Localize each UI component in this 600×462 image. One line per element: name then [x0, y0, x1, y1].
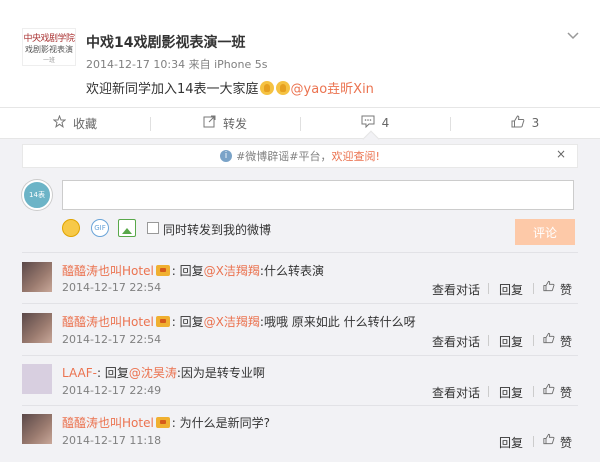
divider — [22, 405, 578, 406]
commenter-avatar[interactable] — [22, 364, 52, 394]
commenter-avatar[interactable] — [22, 313, 52, 343]
clap-icon — [275, 81, 290, 95]
comment-time: 2014-12-17 22:54 — [62, 333, 162, 346]
vip-badge-icon — [155, 265, 170, 276]
vip-badge-icon — [155, 316, 170, 327]
logo-line-2: 戏剧影视表演 — [25, 44, 73, 54]
view-conversation-link[interactable]: 查看对话 — [432, 281, 480, 298]
commenter-name[interactable]: 醯醯涛也叫Hotel — [62, 315, 154, 329]
favorite-label: 收藏 — [72, 116, 97, 131]
thumbs-up-icon[interactable] — [543, 332, 555, 347]
repost-button[interactable]: 转发 — [150, 108, 300, 138]
comment-text: 醯醯涛也叫Hotel: 回复@X洁羯羯:哦哦 原来如此 什么转什么呀 — [62, 315, 416, 329]
like-button[interactable]: 3 — [450, 108, 600, 138]
repost-checkbox[interactable] — [147, 222, 159, 234]
divider — [22, 355, 578, 356]
close-icon[interactable]: × — [556, 147, 566, 161]
divider — [533, 335, 534, 346]
logo-line-3: 一班 — [42, 56, 55, 64]
reply-link[interactable]: 回复 — [499, 434, 523, 451]
emoji-smile-icon[interactable] — [62, 219, 80, 237]
repost-label: 转发 — [222, 116, 247, 131]
logo-line-1: 中央戏剧学院 — [23, 33, 75, 44]
comment-time: 2014-12-17 22:54 — [62, 281, 162, 294]
notice-link[interactable]: 欢迎查阅! — [332, 148, 380, 164]
divider — [533, 436, 534, 447]
comment-text: 醯醯涛也叫Hotel: 回复@X洁羯羯:什么转表演 — [62, 264, 324, 278]
chevron-down-icon[interactable] — [567, 28, 579, 44]
reply-link[interactable]: 回复 — [499, 384, 523, 401]
like-comment-link[interactable]: 赞 — [560, 384, 572, 401]
repost-icon — [203, 115, 216, 132]
favorite-button[interactable]: 收藏 — [0, 108, 150, 138]
like-comment-link[interactable]: 赞 — [560, 434, 572, 451]
poster-avatar-logo[interactable]: 中央戏剧学院 戏剧影视表演 一班 — [22, 28, 76, 66]
like-comment-link[interactable]: 赞 — [560, 281, 572, 298]
divider — [533, 386, 534, 397]
mention-link[interactable]: @X洁羯羯 — [204, 264, 260, 278]
commenter-name[interactable]: LAAF- — [62, 366, 97, 380]
post-body: 欢迎新同学加入14表一大家庭 — [86, 82, 259, 97]
comment-text: 醯醯涛也叫Hotel: 为什么是新同学? — [62, 416, 271, 430]
comment-input[interactable] — [62, 180, 574, 210]
commenter-avatar[interactable] — [22, 414, 52, 444]
post-action-bar: 收藏 转发 4 3 — [0, 107, 600, 139]
commenter-name[interactable]: 醯醯涛也叫Hotel — [62, 264, 154, 278]
gif-icon[interactable]: GIF — [91, 219, 109, 237]
thumbs-up-icon[interactable] — [543, 280, 555, 295]
comment-text: LAAF-: 回复@沈昊涛:因为是转专业啊 — [62, 366, 265, 380]
poster-name-link[interactable]: 中戏14戏剧影视表演一班 — [86, 32, 245, 52]
like-comment-link[interactable]: 赞 — [560, 333, 572, 350]
commenter-avatar[interactable] — [22, 262, 52, 292]
post-timestamp-source[interactable]: 2014-12-17 10:34 来自 iPhone 5s — [86, 56, 267, 72]
weibo-post: 中央戏剧学院 戏剧影视表演 一班 中戏14戏剧影视表演一班 2014-12-17… — [0, 0, 600, 101]
notice-text: #微博辟谣#平台， — [236, 150, 332, 163]
comment-time: 2014-12-17 11:18 — [62, 434, 162, 447]
view-conversation-link[interactable]: 查看对话 — [432, 384, 480, 401]
post-mention-link[interactable]: @yao垚昕Xin — [291, 82, 374, 97]
commenter-name[interactable]: 醯醯涛也叫Hotel — [62, 416, 154, 430]
mention-link[interactable]: @沈昊涛 — [129, 366, 177, 380]
rumor-notice-bar[interactable]: i #微博辟谣#平台， 欢迎查阅! — [22, 144, 578, 168]
divider — [22, 252, 578, 253]
reply-link[interactable]: 回复 — [499, 281, 523, 298]
thumbs-up-icon[interactable] — [543, 383, 555, 398]
divider — [488, 283, 489, 294]
thumbs-up-icon[interactable] — [543, 433, 555, 448]
repost-checkbox-label[interactable]: 同时转发到我的微博 — [163, 221, 271, 238]
info-icon: i — [220, 150, 233, 162]
like-count: 3 — [531, 116, 540, 130]
image-icon[interactable] — [118, 219, 136, 237]
star-icon — [52, 114, 67, 132]
mention-link[interactable]: @X洁羯羯 — [204, 315, 260, 329]
vip-badge-icon — [155, 417, 170, 428]
reply-link[interactable]: 回复 — [499, 333, 523, 350]
post-text: 欢迎新同学加入14表一大家庭 @yao垚昕Xin — [86, 78, 374, 97]
divider — [488, 386, 489, 397]
my-avatar[interactable]: 14表 — [22, 180, 52, 210]
comment-icon — [361, 115, 375, 132]
divider — [533, 283, 534, 294]
divider — [22, 303, 578, 304]
view-conversation-link[interactable]: 查看对话 — [432, 333, 480, 350]
comment-time: 2014-12-17 22:49 — [62, 384, 162, 397]
comment-count: 4 — [381, 116, 390, 130]
clap-icon — [259, 81, 274, 95]
thumbs-up-icon — [511, 114, 525, 132]
divider — [488, 335, 489, 346]
submit-comment-button[interactable]: 评论 — [515, 219, 575, 245]
comment-button[interactable]: 4 — [300, 108, 450, 138]
